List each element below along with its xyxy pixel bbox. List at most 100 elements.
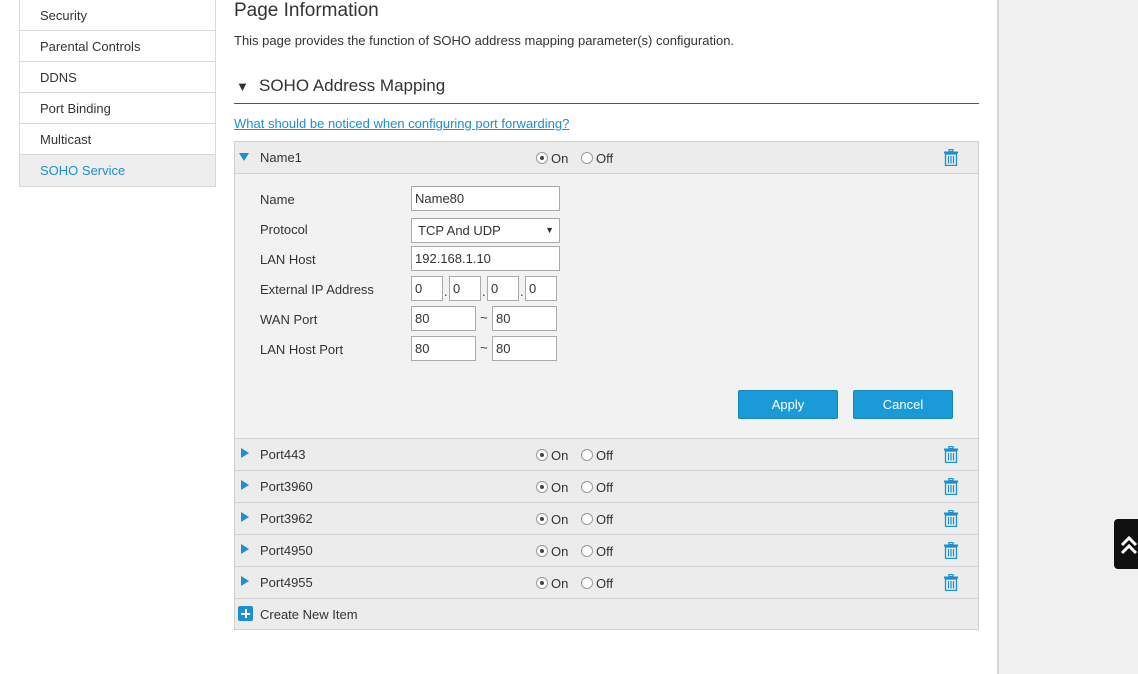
radio-off-label: Off (595, 151, 614, 166)
trash-icon[interactable] (944, 446, 958, 463)
trash-icon[interactable] (944, 478, 958, 495)
mapping-row[interactable]: Port4955 On Off (235, 567, 978, 599)
right-side-panel (997, 0, 1138, 674)
radio-on-label: On (551, 576, 569, 591)
radio-on-label: On (551, 151, 569, 166)
mapping-row[interactable]: Port3962 On Off (235, 503, 978, 535)
enable-radio-group: On Off (536, 512, 622, 527)
radio-on-label: On (551, 448, 569, 463)
sidebar-item-multicast[interactable]: Multicast (20, 124, 215, 155)
radio-on-label: On (551, 480, 569, 495)
expand-triangle-icon[interactable] (241, 544, 249, 554)
sidebar-item-security[interactable]: Security (20, 0, 215, 31)
section-header[interactable]: ▼ SOHO Address Mapping (234, 76, 979, 104)
ip-dot: . (482, 284, 486, 299)
lan-host-port-label: LAN Host Port (260, 342, 344, 357)
protocol-label: Protocol (260, 222, 308, 237)
wan-port-end-input[interactable] (492, 306, 557, 331)
mapping-row[interactable]: Port3960 On Off (235, 471, 978, 503)
create-new-item-label[interactable]: Create New Item (260, 607, 358, 622)
wan-port-start-input[interactable] (411, 306, 476, 331)
ip-dot: . (520, 284, 524, 299)
radio-off[interactable] (580, 513, 593, 525)
radio-on[interactable] (536, 481, 548, 493)
mapping-row[interactable]: Port443 On Off (235, 439, 978, 471)
create-new-item-row[interactable]: Create New Item (235, 599, 978, 629)
sidebar-item-ddns[interactable]: DDNS (20, 62, 215, 93)
radio-off-label: Off (595, 576, 614, 591)
radio-on[interactable] (536, 152, 548, 164)
wan-port-label: WAN Port (260, 312, 318, 327)
trash-icon[interactable] (944, 510, 958, 527)
expand-triangle-icon[interactable] (241, 576, 249, 586)
radio-off[interactable] (580, 481, 593, 493)
section-title: SOHO Address Mapping (259, 76, 446, 95)
notice-help-link[interactable]: What should be noticed when configuring … (234, 116, 569, 131)
sidebar-item-port-binding[interactable]: Port Binding (20, 93, 215, 124)
lan-host-port-start-input[interactable] (411, 336, 476, 361)
range-tilde: ~ (480, 310, 488, 325)
radio-off-label: Off (595, 544, 614, 559)
dropdown-caret-icon: ▼ (545, 225, 554, 235)
page-title: Page Information (234, 0, 379, 21)
expand-triangle-icon[interactable] (241, 512, 249, 522)
ip-dot: . (444, 284, 448, 299)
trash-icon[interactable] (944, 149, 958, 166)
radio-on[interactable] (536, 577, 548, 589)
cancel-button[interactable]: Cancel (853, 390, 953, 419)
radio-off-label: Off (595, 480, 614, 495)
name-input[interactable] (411, 186, 560, 211)
range-tilde: ~ (480, 340, 488, 355)
protocol-select[interactable]: TCP And UDP ▼ (411, 218, 560, 243)
external-ip-octet-3[interactable] (487, 276, 519, 301)
scroll-to-top-button[interactable] (1114, 519, 1138, 569)
external-ip-octet-2[interactable] (449, 276, 481, 301)
radio-off[interactable] (580, 152, 593, 164)
mapping-name: Port4955 (260, 575, 313, 590)
lan-host-input[interactable] (411, 246, 560, 271)
mapping-name: Port3962 (260, 511, 313, 526)
trash-icon[interactable] (944, 542, 958, 559)
enable-radio-group: On Off (536, 151, 622, 166)
page-description: This page provides the function of SOHO … (234, 33, 735, 48)
enable-radio-group: On Off (536, 448, 622, 463)
expand-triangle-icon[interactable] (239, 153, 249, 161)
enable-radio-group: On Off (536, 544, 622, 559)
double-chevron-up-icon (1120, 535, 1138, 555)
collapse-arrow-icon[interactable]: ▼ (236, 79, 249, 94)
radio-off[interactable] (580, 545, 593, 557)
radio-off[interactable] (580, 577, 593, 589)
radio-on-label: On (551, 512, 569, 527)
mapping-detail-form: Name Protocol TCP And UDP ▼ LAN Host Ext… (235, 174, 978, 439)
mapping-row-header[interactable]: Name1 On Off (235, 142, 978, 174)
mapping-name: Port4950 (260, 543, 313, 558)
protocol-selected-value: TCP And UDP (418, 223, 501, 238)
lan-host-port-end-input[interactable] (492, 336, 557, 361)
sidebar-item-soho-service[interactable]: SOHO Service (20, 155, 215, 186)
expand-triangle-icon[interactable] (241, 480, 249, 490)
apply-button[interactable]: Apply (738, 390, 838, 419)
mapping-name: Name1 (260, 150, 302, 165)
mapping-row[interactable]: Port4950 On Off (235, 535, 978, 567)
expand-triangle-icon[interactable] (241, 448, 249, 458)
mapping-list: Name1 On Off Name Protocol TCP And UDP ▼ (234, 141, 979, 630)
external-ip-octet-4[interactable] (525, 276, 557, 301)
radio-on[interactable] (536, 449, 548, 461)
radio-on-label: On (551, 544, 569, 559)
lan-host-label: LAN Host (260, 252, 316, 267)
radio-on[interactable] (536, 513, 548, 525)
radio-off[interactable] (580, 449, 593, 461)
external-ip-label: External IP Address (260, 282, 374, 297)
radio-off-label: Off (595, 512, 614, 527)
enable-radio-group: On Off (536, 576, 622, 591)
trash-icon[interactable] (944, 574, 958, 591)
mapping-name: Port3960 (260, 479, 313, 494)
sidebar-menu: Security Parental Controls DDNS Port Bin… (19, 0, 216, 187)
radio-off-label: Off (595, 448, 614, 463)
sidebar-item-parental-controls[interactable]: Parental Controls (20, 31, 215, 62)
plus-icon[interactable] (238, 606, 253, 621)
radio-on[interactable] (536, 545, 548, 557)
name-label: Name (260, 192, 295, 207)
enable-radio-group: On Off (536, 480, 622, 495)
external-ip-octet-1[interactable] (411, 276, 443, 301)
